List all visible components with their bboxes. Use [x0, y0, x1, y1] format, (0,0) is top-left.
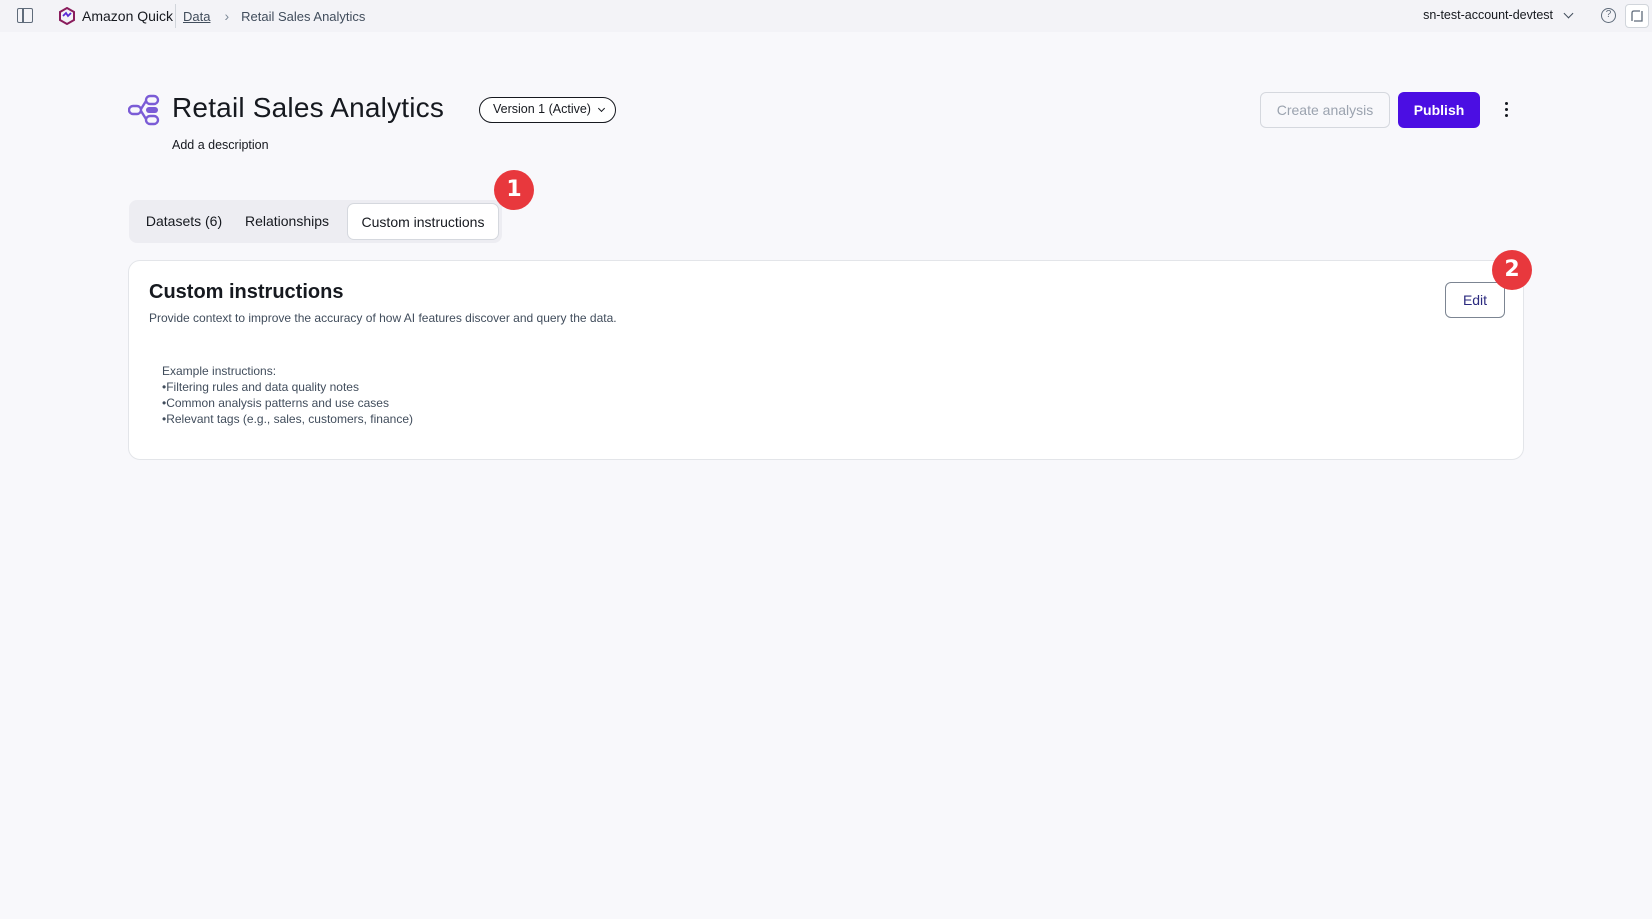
- tab-custom-instructions[interactable]: Custom instructions: [347, 203, 499, 240]
- tab-list: Datasets (6) Relationships Custom instru…: [129, 200, 502, 243]
- example-instructions: Example instructions: Filtering rules an…: [162, 363, 413, 427]
- tab-datasets[interactable]: Datasets (6): [137, 203, 231, 240]
- page-title: Retail Sales Analytics: [172, 92, 445, 123]
- account-name: sn-test-account-devtest: [1423, 8, 1553, 22]
- add-description-link[interactable]: Add a description: [172, 138, 269, 152]
- breadcrumb: Data › Retail Sales Analytics: [183, 8, 365, 24]
- top-bar: Amazon Quick Data › Retail Sales Analyti…: [0, 0, 1652, 32]
- edit-button[interactable]: Edit: [1445, 282, 1505, 318]
- breadcrumb-data-link[interactable]: Data: [183, 9, 210, 24]
- dataset-relationship-icon: [128, 94, 160, 126]
- breadcrumb-current: Retail Sales Analytics: [241, 8, 366, 24]
- example-item: Common analysis patterns and use cases: [162, 395, 413, 411]
- corner-glyph-icon: [1631, 10, 1643, 22]
- brand[interactable]: Amazon Quick: [58, 6, 173, 26]
- brand-divider: [175, 4, 176, 28]
- account-menu[interactable]: sn-test-account-devtest: [1423, 8, 1574, 22]
- card-title: Custom instructions: [149, 281, 344, 303]
- chevron-down-icon: [597, 104, 606, 113]
- chevron-right-icon: ›: [224, 8, 230, 24]
- example-item: Relevant tags (e.g., sales, customers, f…: [162, 411, 413, 427]
- notifications-icon[interactable]: [1625, 4, 1649, 28]
- chevron-down-icon: [1563, 8, 1574, 18]
- create-analysis-button[interactable]: Create analysis: [1260, 92, 1390, 128]
- version-label: Version 1 (Active): [493, 102, 591, 116]
- step-marker-1: 1: [494, 170, 534, 210]
- publish-button[interactable]: Publish: [1398, 92, 1480, 128]
- step-marker-2: 2: [1492, 250, 1532, 290]
- example-item: Filtering rules and data quality notes: [162, 379, 413, 395]
- version-select[interactable]: Version 1 (Active): [479, 97, 616, 123]
- card-subtitle: Provide context to improve the accuracy …: [149, 311, 617, 325]
- help-icon[interactable]: ?: [1601, 8, 1616, 23]
- sidebar-toggle-icon[interactable]: [17, 8, 33, 23]
- custom-instructions-card: Custom instructions Provide context to i…: [128, 260, 1524, 460]
- tab-relationships[interactable]: Relationships: [237, 203, 337, 240]
- app-name: Amazon Quick: [82, 8, 174, 24]
- example-heading: Example instructions:: [162, 364, 277, 378]
- amazon-quick-logo-icon: [59, 7, 75, 25]
- more-vertical-icon[interactable]: [1500, 100, 1512, 120]
